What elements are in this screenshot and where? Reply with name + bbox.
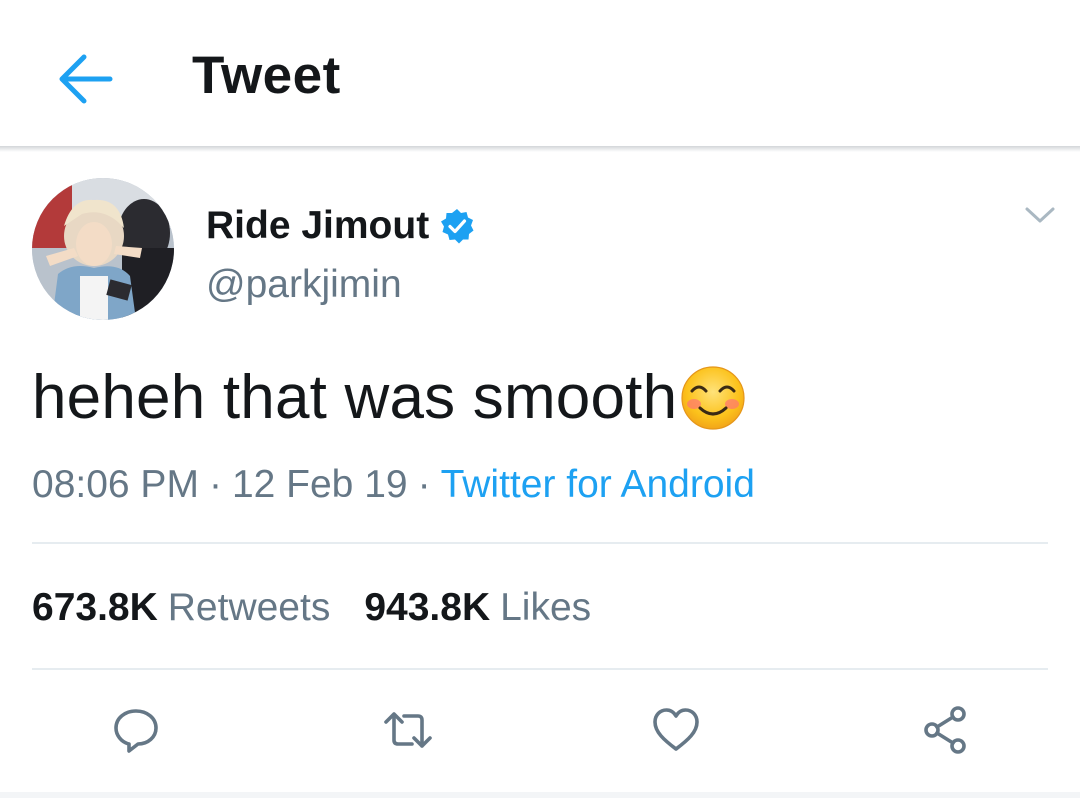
tweet-time: 08:06 PM	[32, 463, 199, 506]
heart-icon	[653, 708, 699, 751]
tweet-meta: 08:06 PM · 12 Feb 19 · Twitter for Android	[32, 458, 755, 512]
meta-separator: ·	[417, 463, 431, 506]
likes-stat[interactable]: 943.8K Likes	[364, 586, 591, 629]
tweet-date: 12 Feb 19	[231, 463, 408, 506]
engagement-stats: 673.8K Retweets 943.8K Likes	[32, 582, 591, 634]
arrow-left-icon	[59, 54, 113, 104]
action-bar	[0, 690, 1080, 770]
tweet-detail-screen: Tweet Ride Jimout @parkjimin heheh that …	[0, 0, 1080, 798]
retweets-label: Retweets	[167, 586, 331, 629]
tweet-text-content: heheh that was smooth	[32, 363, 678, 432]
meta-separator: ·	[208, 463, 222, 506]
share-button[interactable]	[906, 690, 986, 770]
reply-icon	[114, 709, 158, 753]
likes-label: Likes	[500, 586, 592, 629]
chevron-down-icon	[1025, 207, 1055, 223]
like-button[interactable]	[636, 690, 716, 770]
tweet-source-link[interactable]: Twitter for Android	[441, 463, 755, 506]
retweets-stat[interactable]: 673.8K Retweets	[32, 586, 330, 629]
avatar[interactable]	[32, 178, 174, 320]
user-handle[interactable]: @parkjimin	[206, 260, 402, 310]
divider	[32, 668, 1048, 670]
share-icon	[924, 706, 966, 754]
more-options-button[interactable]	[1018, 200, 1062, 230]
verified-badge-icon	[439, 208, 475, 244]
avatar-image	[32, 178, 174, 320]
reply-button[interactable]	[96, 690, 176, 770]
bottom-edge	[0, 792, 1080, 798]
divider	[32, 542, 1048, 544]
retweets-count: 673.8K	[32, 586, 158, 629]
smiling-face-emoji-icon	[679, 364, 747, 432]
back-button[interactable]	[44, 44, 124, 114]
app-bar-shadow	[0, 146, 1080, 152]
display-name: Ride Jimout	[206, 204, 430, 247]
top-app-bar: Tweet	[0, 0, 1080, 148]
tweet-text: heheh that was smooth	[32, 360, 747, 436]
retweet-icon	[384, 712, 432, 748]
likes-count: 943.8K	[364, 586, 491, 629]
author-name-row[interactable]: Ride Jimout	[206, 200, 475, 252]
page-title: Tweet	[192, 46, 341, 105]
retweet-button[interactable]	[368, 690, 448, 770]
